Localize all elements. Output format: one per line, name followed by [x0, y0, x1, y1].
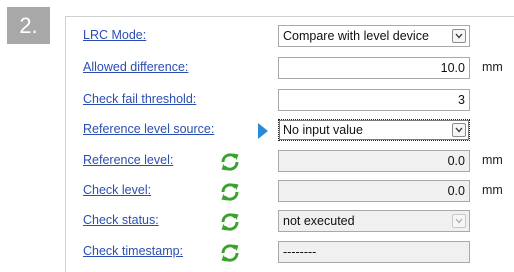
reference-level-value: 0.0: [278, 150, 470, 172]
check-fail-threshold-input[interactable]: 3: [278, 89, 470, 111]
reference-level-source-value: No input value: [283, 123, 363, 137]
refresh-arrows-icon[interactable]: [219, 151, 241, 173]
chevron-down-icon[interactable]: [452, 123, 466, 137]
check-fail-threshold-label[interactable]: Check fail threshold:: [83, 92, 196, 106]
parameter-panel: LRC Mode: Compare with level device Allo…: [65, 16, 514, 272]
lrc-mode-value: Compare with level device: [283, 29, 429, 43]
refresh-arrows-icon[interactable]: [219, 211, 241, 233]
check-status-select: not executed: [278, 210, 470, 232]
row-allowed-difference: Allowed difference: 10.0 mm: [66, 57, 514, 81]
row-check-status: Check status: not executed: [66, 210, 514, 234]
check-status-label[interactable]: Check status:: [83, 213, 159, 227]
row-reference-level: Reference level: 0.0 mm: [66, 150, 514, 174]
row-reference-level-source: Reference level source: No input value: [66, 119, 514, 143]
allowed-difference-input[interactable]: 10.0: [278, 57, 470, 79]
row-check-fail-threshold: Check fail threshold: 3: [66, 89, 514, 113]
check-timestamp-label[interactable]: Check timestamp:: [83, 244, 183, 258]
step-number-badge: 2.: [7, 7, 50, 44]
check-level-unit: mm: [482, 183, 503, 197]
lrc-mode-label[interactable]: LRC Mode:: [83, 28, 146, 42]
allowed-difference-unit: mm: [482, 60, 503, 74]
reference-level-unit: mm: [482, 153, 503, 167]
row-check-level: Check level: 0.0 mm: [66, 180, 514, 204]
reference-level-source-select[interactable]: No input value: [278, 119, 470, 141]
lrc-mode-select[interactable]: Compare with level device: [278, 25, 470, 47]
refresh-arrows-icon[interactable]: [219, 181, 241, 203]
row-check-timestamp: Check timestamp: --------: [66, 241, 514, 265]
chevron-down-icon: [452, 214, 466, 228]
chevron-down-icon[interactable]: [452, 29, 466, 43]
row-lrc-mode: LRC Mode: Compare with level device: [66, 25, 514, 49]
check-level-value: 0.0: [278, 180, 470, 202]
check-timestamp-value: --------: [278, 241, 470, 263]
check-level-label[interactable]: Check level:: [83, 183, 151, 197]
reference-level-source-label[interactable]: Reference level source:: [83, 122, 214, 136]
arrow-right-icon: [258, 123, 268, 139]
allowed-difference-label[interactable]: Allowed difference:: [83, 60, 188, 74]
reference-level-label[interactable]: Reference level:: [83, 153, 173, 167]
check-status-value: not executed: [283, 214, 355, 228]
refresh-arrows-icon[interactable]: [219, 242, 241, 264]
